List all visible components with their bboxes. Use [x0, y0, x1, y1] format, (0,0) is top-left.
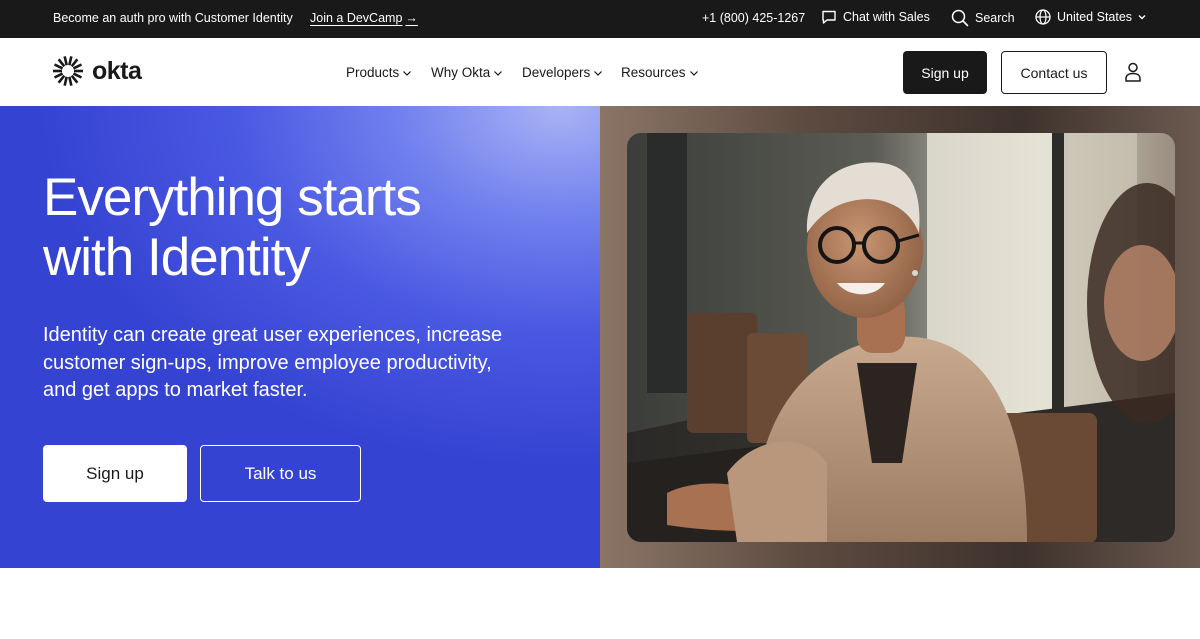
search-button[interactable]: Search	[951, 9, 1015, 27]
logo-ray	[72, 72, 83, 79]
logo-ray	[72, 63, 83, 70]
hero-headline-line-2: with Identity	[43, 228, 311, 287]
office-scene-illustration	[627, 133, 1175, 542]
chevron-down-icon	[494, 70, 503, 76]
chevron-down-icon	[1138, 15, 1146, 20]
hero-headline: Everything starts with Identity	[43, 168, 563, 288]
chat-with-sales-button[interactable]: Chat with Sales	[821, 9, 930, 25]
arrow-right-icon: →	[405, 11, 418, 25]
logo-ray	[57, 58, 66, 68]
devcamp-link[interactable]: Join a DevCamp →	[310, 11, 418, 25]
logo-ray	[53, 72, 64, 79]
nav-resources[interactable]: Resources	[621, 65, 699, 80]
nav-why-okta-label: Why Okta	[431, 65, 491, 80]
logo-ray	[53, 63, 64, 70]
nav-products-label: Products	[346, 65, 400, 80]
promo-text: Become an auth pro with Customer Identit…	[53, 11, 293, 25]
phone-link[interactable]: +1 (800) 425-1267	[702, 11, 805, 25]
main-navigation: okta Products Why Okta Developers Resour…	[0, 38, 1200, 106]
talk-to-us-button[interactable]: Talk to us	[200, 445, 361, 502]
hero-gradient-panel: Everything starts with Identity Identity…	[0, 106, 600, 568]
search-icon	[951, 9, 969, 27]
hero-sign-up-button[interactable]: Sign up	[43, 445, 187, 502]
logo-ray	[68, 56, 73, 66]
nav-products[interactable]: Products	[346, 65, 412, 80]
devcamp-link-label: Join a DevCamp	[310, 11, 403, 25]
nav-developers[interactable]: Developers	[522, 65, 603, 80]
nav-contact-us-button[interactable]: Contact us	[1001, 51, 1107, 94]
chat-bubble-icon	[822, 10, 836, 24]
nav-resources-label: Resources	[621, 65, 686, 80]
hero-photo	[627, 133, 1175, 542]
logo-ray	[63, 56, 68, 66]
logo-ray	[68, 76, 73, 86]
chevron-down-icon	[403, 70, 412, 76]
logo-ray	[70, 74, 79, 84]
nav-developers-label: Developers	[522, 65, 591, 80]
logo-ray	[57, 74, 66, 84]
search-label: Search	[975, 11, 1015, 25]
nav-sign-up-button[interactable]: Sign up	[903, 51, 987, 94]
logo-ray	[63, 76, 68, 86]
region-label: United States	[1057, 10, 1133, 24]
chat-with-sales-label: Chat with Sales	[843, 10, 930, 24]
announcement-bar: Become an auth pro with Customer Identit…	[0, 0, 1200, 38]
region-selector[interactable]: United States	[1035, 9, 1148, 25]
logo-ray	[70, 58, 79, 68]
globe-icon	[1035, 9, 1051, 25]
okta-logo[interactable]: okta	[52, 55, 142, 87]
hero-headline-line-1: Everything starts	[43, 168, 422, 227]
chevron-down-icon	[594, 70, 603, 76]
chevron-down-icon	[689, 70, 698, 76]
user-icon[interactable]	[1124, 62, 1142, 82]
hero-subtext: Identity can create great user experienc…	[43, 324, 503, 401]
okta-sunburst-logo	[53, 56, 83, 86]
nav-why-okta[interactable]: Why Okta	[431, 65, 503, 80]
logo-wordmark: okta	[92, 56, 142, 85]
